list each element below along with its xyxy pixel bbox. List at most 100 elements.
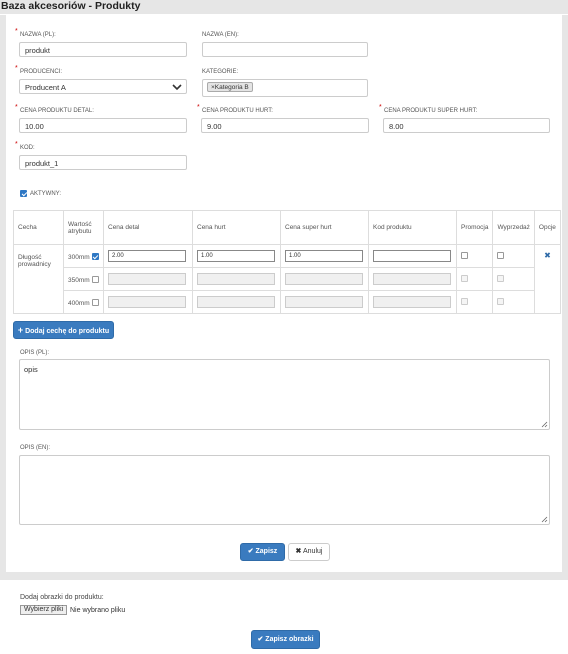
sale-cell [492,244,535,268]
check-icon: ✔ [247,548,254,555]
attribute-checkbox[interactable] [91,275,99,283]
col-header-feature: Cecha [13,210,64,245]
retail-price-input[interactable] [108,273,186,285]
price-retail-input[interactable]: 10.00 [19,118,187,133]
promotion-checkbox[interactable] [461,274,468,282]
retail-price-input[interactable] [108,296,186,308]
table-row: 350mm [14,267,561,291]
promotion-cell [455,244,494,268]
retail-price-cell [103,267,193,291]
attribute-checkbox[interactable] [91,252,99,260]
active-checkbox[interactable] [20,190,27,197]
options-cell: ✖ [533,244,561,314]
table-header-row: Cecha Wartość atrybutu Cena detal Cena h… [13,210,561,245]
col-header-sale: Wyprzedaż [492,210,535,245]
promotion-checkbox[interactable] [461,297,468,305]
plus-icon: + [17,325,24,335]
add-cache-button[interactable]: + Dodaj cechę do produktu [13,321,114,339]
col-header-wholesale-price: Cena hurt [192,210,281,245]
table-row: 400mm [14,290,561,314]
col-header-super-wholesale-price: Cena super hurt [280,210,369,245]
categories-multiselect[interactable]: ×Kategoria B [202,79,368,97]
name-pl-label: NAZWA (PL): [20,32,56,38]
attribute-value-cell: 350mm [63,267,104,291]
super-wholesale-price-cell [280,267,369,291]
description-pl-textarea[interactable]: opis [19,359,550,430]
price-wholesale-input[interactable]: 9.00 [201,118,369,133]
close-icon: ✖ [295,548,302,555]
resize-grip-icon[interactable] [541,516,548,523]
category-tag-label: Kategoria B [214,84,249,91]
name-pl-input[interactable]: produkt [19,42,187,57]
feature-name: Długość prowadnicy [13,244,64,314]
attribute-value: 300mm [68,253,90,261]
page-title: Baza akcesoriów - Produkty [1,0,141,12]
product-features-table: Cecha Wartość atrybutu Cena detal Cena h… [13,210,561,314]
code-input[interactable]: produkt_1 [19,155,187,170]
wholesale-price-cell [192,290,281,314]
required-mark: * [197,104,200,111]
attribute-checkbox[interactable] [91,298,99,306]
price-wholesale-label: CENA PRODUKTU HURT: [202,108,273,114]
attribute-value-cell: 300mm [63,244,104,268]
col-header-promotion: Promocja [455,210,494,245]
price-super-wholesale-label: CENA PRODUKTU SUPER HURT: [384,108,478,114]
save-images-label: Zapisz obrazki [265,636,314,643]
resize-grip-icon[interactable] [541,421,548,428]
wholesale-price-input[interactable] [197,273,275,285]
required-mark: * [15,65,18,72]
sale-cell [492,290,535,314]
chevron-down-icon [172,84,182,91]
choose-files-button[interactable]: Wybierz pliki [20,605,68,615]
sale-checkbox[interactable] [497,274,505,282]
product-code-cell [368,267,457,291]
super-wholesale-price-cell [280,290,369,314]
col-header-product-code: Kod produktu [368,210,457,245]
cancel-button[interactable]: ✖ Anuluj [288,543,330,561]
required-mark: * [15,104,18,111]
images-label: Dodaj obrazki do produktu: [20,594,104,601]
producer-label: PRODUCENCI: [20,69,63,75]
producer-select[interactable]: Producent A [19,79,187,94]
super-wholesale-price-input[interactable] [285,296,363,308]
description-en-textarea[interactable] [19,455,550,525]
retail-price-input[interactable]: 2.00 [108,250,186,262]
producer-selected-value: Producent A [25,83,66,92]
col-header-options: Opcje [533,210,561,245]
product-code-cell [368,244,457,268]
super-wholesale-price-input[interactable] [285,273,363,285]
super-wholesale-price-cell: 1.00 [280,244,369,268]
required-mark: * [379,104,382,111]
sale-checkbox[interactable] [497,251,505,259]
product-code-input[interactable] [373,296,451,308]
price-super-wholesale-input[interactable]: 8.00 [383,118,550,133]
category-tag: ×Kategoria B [207,82,253,92]
save-label: Zapisz [255,548,278,555]
product-code-input[interactable] [373,250,451,262]
retail-price-cell [103,290,193,314]
super-wholesale-price-input[interactable]: 1.00 [285,250,363,262]
attribute-value-cell: 400mm [63,290,104,314]
required-mark: * [15,141,18,148]
sale-checkbox[interactable] [497,297,505,305]
promotion-cell [455,290,494,314]
save-images-button[interactable]: ✔ Zapisz obrazki [251,630,320,649]
promotion-checkbox[interactable] [461,251,468,259]
product-code-cell [368,290,457,314]
wholesale-price-cell: 1.00 [192,244,281,268]
wholesale-price-input[interactable]: 1.00 [197,250,275,262]
name-en-input[interactable] [202,42,368,57]
col-header-attribute-value: Wartość atrybutu [63,210,104,245]
required-mark: * [15,28,18,35]
product-code-input[interactable] [373,273,451,285]
retail-price-cell: 2.00 [103,244,193,268]
cancel-label: Anuluj [302,548,323,555]
remove-icon[interactable]: ✖ [544,251,551,260]
no-file-text: Nie wybrano pliku [70,607,126,614]
categories-label: KATEGORIE: [202,69,239,75]
save-button[interactable]: ✔ Zapisz [240,543,285,561]
code-label: KOD: [20,145,35,151]
description-pl-value: opis [24,365,38,374]
wholesale-price-input[interactable] [197,296,275,308]
col-header-retail-price: Cena detal [103,210,193,245]
